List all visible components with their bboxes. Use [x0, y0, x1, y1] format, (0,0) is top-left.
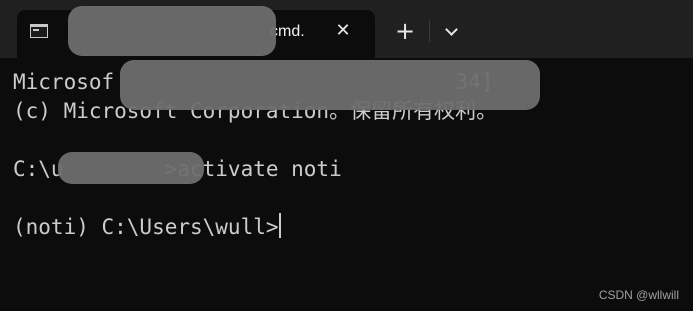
- terminal-prompt: (noti) C:\Users\wull>: [13, 215, 279, 239]
- redaction-blur: [58, 152, 204, 184]
- close-icon[interactable]: ✕: [330, 18, 356, 44]
- terminal-prompt-line[interactable]: (noti) C:\Users\wull>: [13, 213, 683, 242]
- chevron-down-icon[interactable]: [437, 16, 465, 46]
- redaction-blur: [120, 60, 540, 110]
- terminal-icon: [30, 24, 48, 38]
- watermark: CSDN @wllwill: [598, 288, 679, 302]
- text-cursor: [278, 213, 281, 238]
- toolbar-divider: [429, 20, 430, 42]
- redaction-blur: [68, 6, 276, 56]
- plus-icon[interactable]: +: [389, 16, 421, 46]
